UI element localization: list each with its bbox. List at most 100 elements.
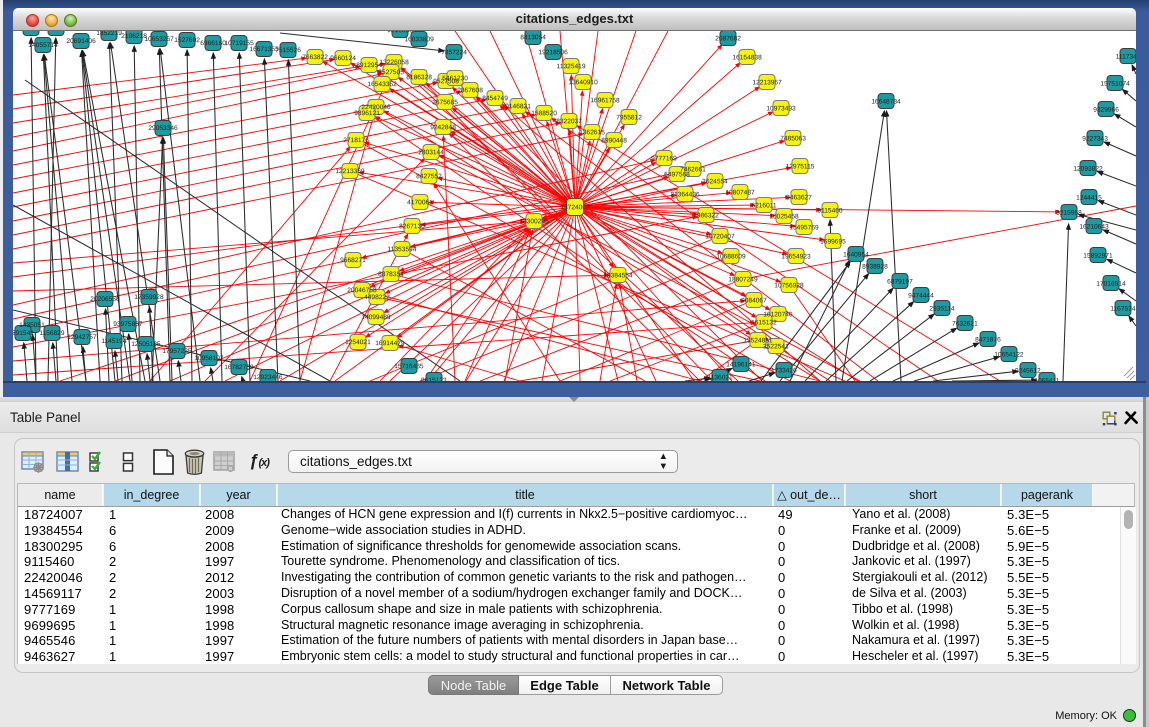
svg-text:12093822: 12093822 (1073, 166, 1103, 173)
svg-text:6966160: 6966160 (200, 40, 226, 47)
svg-text:2087682: 2087682 (715, 35, 741, 42)
svg-text:1527602: 1527602 (174, 37, 200, 44)
svg-text:9084067: 9084067 (741, 297, 767, 304)
svg-text:19218506: 19218506 (538, 49, 568, 56)
svg-text:9245612: 9245612 (1015, 368, 1041, 375)
svg-text:9216035: 9216035 (387, 31, 413, 34)
svg-text:4498222: 4498222 (364, 294, 390, 301)
svg-text:2867608: 2867608 (457, 87, 483, 94)
svg-text:3624554: 3624554 (702, 178, 728, 185)
svg-text:18300295: 18300295 (519, 218, 549, 225)
svg-text:1852219: 1852219 (96, 31, 122, 37)
svg-text:16120746: 16120746 (763, 311, 793, 318)
svg-text:1244415: 1244415 (1076, 195, 1102, 202)
svg-text:9146821: 9146821 (505, 103, 531, 110)
svg-text:15892971: 15892971 (1083, 253, 1113, 260)
svg-text:16914479: 16914479 (375, 340, 405, 347)
svg-text:10688609: 10688609 (716, 253, 746, 260)
svg-text:10654122: 10654122 (994, 352, 1024, 359)
svg-text:10025458: 10025458 (769, 213, 799, 220)
svg-text:1588520: 1588520 (531, 110, 557, 117)
svg-text:6879197: 6879197 (887, 278, 913, 285)
svg-text:16961758: 16961758 (590, 97, 620, 104)
svg-text:2803144: 2803144 (418, 149, 444, 156)
svg-text:12942757: 12942757 (67, 334, 97, 341)
svg-text:10653267: 10653267 (144, 36, 174, 43)
svg-text:1117342: 1117342 (1116, 54, 1136, 61)
svg-text:20046758: 20046758 (347, 287, 377, 294)
svg-text:16543362: 16543362 (367, 81, 397, 88)
svg-text:11353594: 11353594 (388, 246, 417, 253)
svg-text:10807487: 10807487 (725, 189, 755, 196)
svg-text:14055714: 14055714 (28, 42, 58, 49)
svg-text:9242848: 9242848 (430, 124, 456, 131)
svg-text:5461230: 5461230 (442, 75, 468, 82)
svg-text:1435051: 1435051 (19, 322, 45, 329)
svg-text:12505135: 12505135 (131, 341, 161, 348)
svg-text:17957225: 17957225 (162, 348, 192, 355)
svg-text:7632621: 7632621 (952, 321, 978, 328)
svg-text:9227343: 9227343 (1082, 136, 1108, 143)
svg-text:17359928: 17359928 (134, 294, 164, 301)
svg-text:10756928: 10756928 (774, 282, 804, 289)
svg-text:9777169: 9777169 (651, 155, 677, 162)
svg-text:9115460: 9115460 (817, 207, 843, 214)
svg-text:16648784: 16648784 (871, 98, 901, 105)
svg-text:15720407: 15720407 (705, 233, 735, 240)
svg-text:1145194: 1145194 (101, 338, 127, 345)
svg-text:7955812: 7955812 (616, 114, 642, 121)
svg-text:8267130: 8267130 (399, 223, 425, 230)
svg-text:14196141: 14196141 (726, 361, 756, 368)
svg-text:19384554: 19384554 (603, 272, 633, 279)
svg-text:7485063: 7485063 (780, 135, 806, 142)
svg-text:8322037: 8322037 (556, 118, 582, 125)
svg-text:12213967: 12213967 (752, 79, 782, 86)
svg-text:7986322: 7986322 (693, 212, 719, 219)
svg-text:8938928: 8938928 (862, 263, 888, 270)
svg-text:2935114: 2935114 (929, 306, 955, 313)
svg-text:29053346: 29053346 (148, 125, 178, 132)
svg-text:6216011: 6216011 (751, 202, 777, 209)
svg-text:7462661: 7462661 (680, 166, 706, 173)
svg-text:8990448: 8990448 (601, 137, 627, 144)
svg-text:1167534: 1167534 (1110, 306, 1136, 313)
svg-text:20691406: 20691406 (66, 38, 96, 45)
svg-text:901542: 901542 (45, 31, 67, 32)
svg-text:3675685: 3675685 (432, 99, 458, 106)
svg-text:16154838: 16154838 (732, 54, 762, 61)
svg-text:8454749: 8454749 (482, 95, 508, 102)
svg-text:9699695: 9699695 (820, 238, 846, 245)
svg-text:93975867: 93975867 (113, 321, 143, 328)
svg-text:12975115: 12975115 (786, 163, 815, 170)
svg-text:3215958: 3215958 (1056, 210, 1082, 217)
svg-text:10973493: 10973493 (766, 105, 796, 112)
svg-text:2718176: 2718176 (343, 137, 369, 144)
svg-text:15716485: 15716485 (394, 363, 424, 370)
svg-text:7515526: 7515526 (275, 47, 301, 54)
svg-text:8912954: 8912954 (356, 62, 382, 69)
svg-text:18807249: 18807249 (728, 276, 758, 283)
svg-text:9668271: 9668271 (340, 257, 366, 264)
svg-text:19654923: 19654923 (781, 253, 811, 260)
svg-text:1615132: 1615132 (751, 319, 777, 326)
svg-text:9527505: 9527505 (378, 69, 404, 76)
svg-text:2522541: 2522541 (763, 343, 789, 350)
svg-text:13226058: 13226058 (379, 59, 409, 66)
svg-text:20206556: 20206556 (90, 296, 120, 303)
svg-text:8878354: 8878354 (378, 271, 404, 278)
svg-text:15751074: 15751074 (1100, 81, 1130, 88)
svg-text:21364436: 21364436 (670, 191, 700, 198)
svg-text:4170061: 4170061 (407, 199, 433, 206)
svg-text:2013821: 2013821 (18, 31, 44, 32)
svg-text:2106218: 2106218 (121, 33, 147, 40)
svg-text:17016514: 17016514 (1096, 281, 1126, 288)
svg-text:7857224: 7857224 (441, 49, 467, 56)
svg-text:10958107: 10958107 (194, 355, 224, 362)
svg-text:391541: 391541 (13, 330, 34, 337)
svg-text:1254021: 1254021 (345, 339, 371, 346)
svg-text:14099489: 14099489 (361, 314, 391, 321)
svg-text:9329966: 9329966 (1093, 107, 1119, 114)
svg-text:8427552: 8427552 (416, 173, 442, 180)
svg-text:16033809: 16033809 (404, 36, 434, 43)
svg-text:12213369: 12213369 (335, 168, 365, 175)
